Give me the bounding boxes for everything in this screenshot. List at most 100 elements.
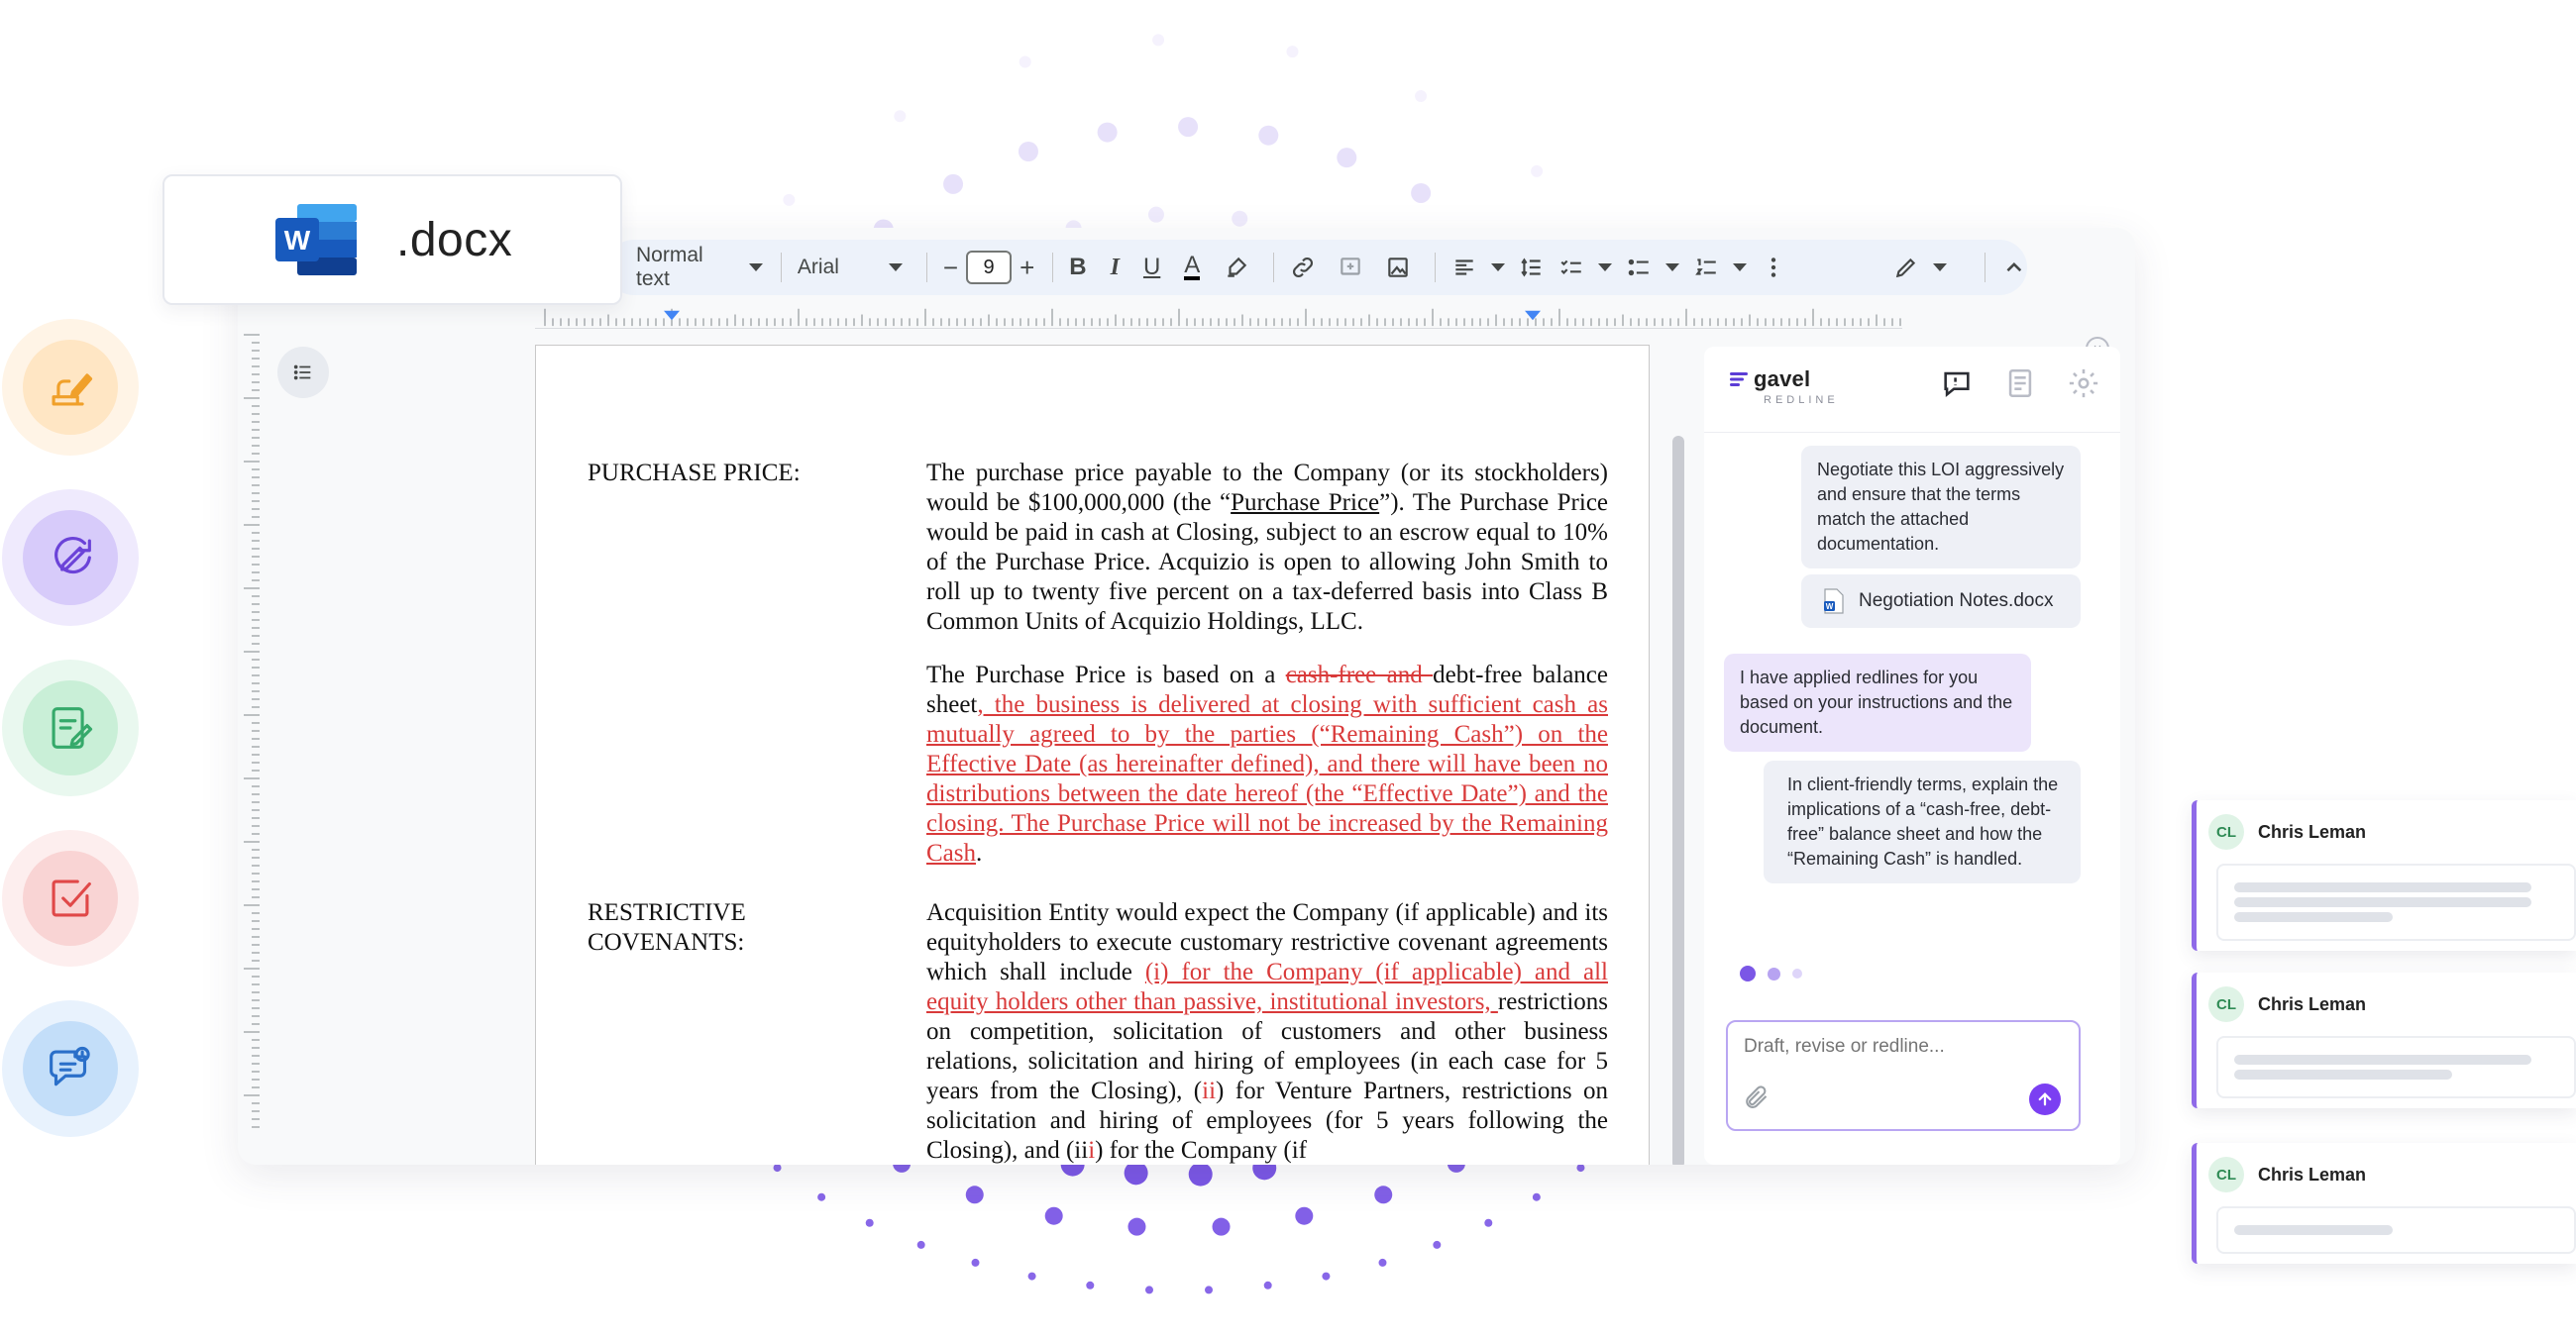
vertical-ruler [244,334,260,1128]
document-outline-button[interactable] [277,347,329,398]
docx-format-badge: W .docx [162,174,622,305]
label-line: COVENANTS: [588,929,745,956]
chat-input[interactable] [1744,1036,2061,1058]
text-run: The Purchase Price is based on a [926,662,1286,688]
user-message: Negotiate this LOI aggressively and ensu… [1801,446,2081,568]
comment-body-placeholder [2216,1036,2576,1098]
checklist-icon[interactable] [1558,255,1584,280]
font-size-input[interactable]: 9 [966,251,1013,284]
settings-tab-icon[interactable] [2067,366,2100,400]
document-page[interactable]: PURCHASE PRICE: The purchase price payab… [535,345,1650,1165]
decorative-dot [1232,210,1248,227]
user-message: In client-friendly terms, explain the im… [1764,761,2081,883]
chevron-down-icon [748,263,763,271]
chevron-down-icon [1598,263,1613,271]
outline-list-icon [293,364,311,380]
toolbar-divider [1985,253,1986,282]
line-spacing-icon[interactable] [1519,255,1545,280]
decorative-dot [1147,206,1164,223]
feature-draft-icon[interactable] [2,319,139,456]
decorative-dot [916,1240,925,1249]
commenter-name: Chris Leman [2258,1164,2367,1185]
toolbar-divider [1273,253,1275,282]
decorative-dot [1411,182,1432,203]
chevron-down-icon [888,263,903,271]
indent-marker[interactable] [664,310,680,321]
link-icon[interactable] [1290,255,1316,280]
text-run: . [976,840,983,867]
add-comment-icon[interactable] [1338,255,1363,280]
restrictive-covenants-label: RESTRICTIVE COVENANTS: [588,898,885,958]
commenter-name: Chris Leman [2258,821,2367,842]
toolbar-divider [925,253,927,282]
paperclip-icon[interactable] [1742,1084,1770,1111]
panel-tabs [1940,366,2100,400]
underline-button[interactable]: U [1143,254,1160,281]
docx-extension-label: .docx [396,213,513,266]
typing-dot [1768,967,1780,981]
decorative-dot [894,110,907,123]
feature-chat-icon[interactable] [2,1000,139,1137]
send-button[interactable] [2029,1084,2061,1115]
italic-button[interactable]: I [1111,255,1120,281]
placeholder-line [2234,882,2531,892]
toolbar-divider [1052,253,1054,282]
insert-image-icon[interactable] [1385,255,1411,280]
svg-text:W: W [284,225,311,256]
highlighter-icon[interactable] [1224,255,1249,280]
comment-card[interactable]: CL Chris Leman [2192,973,2576,1108]
decorative-dot [1205,1286,1214,1294]
document-tab-icon[interactable] [2003,366,2037,400]
bold-button[interactable]: B [1069,254,1086,281]
gavel-brand-name: gavel [1754,366,1811,391]
placeholder-line [2234,1070,2452,1080]
chevron-down-icon [1491,263,1506,271]
text-color-button[interactable]: A [1184,254,1201,280]
gavel-logo-icon [1730,372,1748,386]
word-icon: W [275,204,357,275]
document-editor-window: Normal text Arial − 9 + B I U A PURCHASE… [238,228,2135,1165]
feature-review-icon[interactable] [2,830,139,967]
increase-font-size-button[interactable]: + [1020,253,1034,283]
editing-mode-dropdown[interactable] [1893,255,1948,280]
document-scrollbar[interactable] [1672,436,1684,1165]
attachment-chip[interactable]: W Negotiation Notes.docx [1801,574,2081,628]
indent-marker[interactable] [1525,310,1541,321]
align-left-icon[interactable] [1451,255,1477,280]
restrictive-covenants-paragraph: Acquisition Entity would expect the Comp… [926,898,1608,1165]
numbered-list-icon[interactable] [1693,255,1719,280]
chat-tab-icon[interactable] [1940,366,1974,400]
decorative-dot [1188,1162,1213,1187]
font-size-control: − 9 + [943,251,1034,284]
feature-edit-doc-icon[interactable] [2,660,139,796]
decorative-dot [1378,1258,1387,1267]
decorative-dot [1212,1217,1231,1236]
word-file-icon: W [1824,588,1844,614]
avatar: CL [2208,986,2244,1022]
decorative-dot [1576,1164,1585,1173]
decorative-dot [865,1218,874,1227]
decorative-dot [1374,1186,1393,1204]
gavel-redline-panel: gavel REDLINE Negotiate this LOI aggress… [1704,347,2120,1165]
avatar: CL [2208,814,2244,850]
decorative-dot [965,1186,984,1204]
more-options-icon[interactable] [1761,255,1786,280]
style-dropdown[interactable]: Normal text [636,244,763,291]
comment-card[interactable]: CL Chris Leman [2192,800,2576,951]
redline-insertion: , the business is delivered at closing w… [926,691,1608,867]
text-run: ) for the Company (if [1095,1137,1307,1164]
typing-indicator [1740,966,1802,981]
comment-card[interactable]: CL Chris Leman [2192,1143,2576,1264]
decorative-dot [773,1164,782,1173]
decorative-dot [1295,1206,1314,1225]
placeholder-line [2234,1225,2393,1235]
editor-toolbar: Normal text Arial − 9 + B I U A [606,240,2027,295]
decrease-font-size-button[interactable]: − [943,253,958,283]
decorative-dot [943,173,964,194]
decorative-dot [783,193,796,206]
collapse-toolbar-icon[interactable] [2001,255,2027,280]
typing-dot [1792,969,1802,979]
font-dropdown[interactable]: Arial [798,256,903,279]
bulleted-list-icon[interactable] [1626,255,1652,280]
feature-revise-icon[interactable] [2,489,139,626]
